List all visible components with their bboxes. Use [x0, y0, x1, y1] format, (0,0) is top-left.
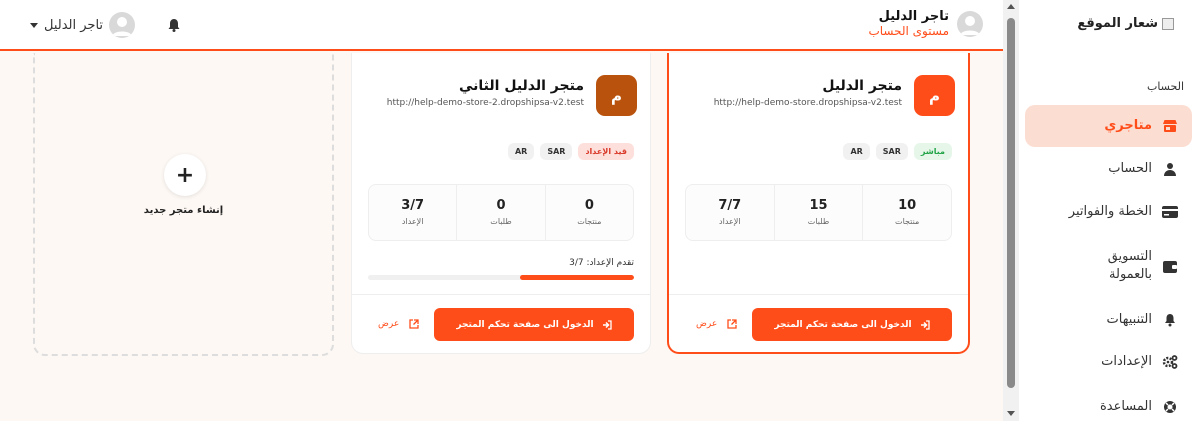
sidebar-item-billing[interactable]: الخطة والفواتير [1025, 191, 1192, 233]
stat-setup: 3/7 الإعداد [401, 198, 425, 226]
sidebar-item-label: متاجري [1104, 118, 1152, 133]
store-badges: AR SAR مباشر [843, 143, 952, 160]
wallet-icon [1162, 258, 1178, 274]
user-name: تاجر الدليل [44, 17, 104, 33]
stat-products: 10 منتجات [862, 185, 951, 240]
avatar [957, 11, 983, 37]
store-stats: 10 منتجات 15 طلبات 7/7 الإعداد [685, 184, 952, 241]
sidebar-item-account[interactable]: الحساب [1025, 148, 1192, 190]
account-profile[interactable]: تاجر الدليل مستوى الحساب [868, 9, 983, 39]
plus-icon[interactable]: + [164, 154, 206, 196]
status-badge: مباشر [913, 143, 952, 160]
lifebuoy-icon [1162, 399, 1178, 415]
store-url[interactable]: http://help-demo-store.dropshipsa-v2.tes… [714, 98, 902, 108]
create-store-label: إنشاء متجر جديد [143, 205, 224, 216]
setup-progress-label: تقدم الإعداد: 3/7 [569, 258, 634, 268]
scrollbar-thumb[interactable] [1007, 18, 1015, 388]
avatar [109, 12, 136, 38]
sign-in-icon [920, 319, 930, 330]
section-heading: الحساب [1146, 80, 1184, 93]
store-avatar: م [596, 75, 637, 116]
user-dropdown[interactable]: تاجر الدليل [28, 12, 136, 38]
chevron-down-icon [30, 22, 38, 28]
profile-name: تاجر الدليل [878, 9, 949, 24]
store-card: م متجر الدليل الثاني http://help-demo-st… [351, 53, 651, 354]
store-badges: AR SAR قيد الإعداد [507, 143, 634, 160]
site-logo[interactable]: شعار الموقع [1077, 16, 1174, 31]
top-bar: تاجر الدليل مستوى الحساب تاجر الدليل [0, 0, 1003, 51]
sidebar-item-help[interactable]: المساعدة [1025, 386, 1192, 421]
sidebar-item-label: التنبيهات [1106, 312, 1152, 327]
sidebar-item-my-stores[interactable]: متاجري [1025, 105, 1192, 147]
sign-in-icon [602, 319, 612, 330]
user-icon [1162, 161, 1178, 177]
stat-orders: 0 طلبات [456, 185, 544, 240]
external-link-icon [409, 319, 419, 329]
sidebar-item-label: الخطة والفواتير [1068, 204, 1152, 219]
store-card: م متجر الدليل http://help-demo-store.dro… [667, 53, 970, 354]
sidebar-item-label: التسويق بالعمولة [1107, 249, 1152, 282]
divider [352, 294, 650, 295]
language-badge: AR [843, 143, 870, 160]
enter-dashboard-button[interactable]: الدخول الى صفحة تحكم المتجر [752, 308, 952, 341]
stat-setup: 7/7 الإعداد [718, 198, 742, 226]
stat-products: 0 منتجات [544, 185, 633, 240]
account-level-link[interactable]: مستوى الحساب [868, 24, 949, 39]
logo-text: شعار الموقع [1077, 16, 1158, 31]
currency-badge: SAR [540, 143, 573, 160]
enter-dashboard-button[interactable]: الدخول الى صفحة تحكم المتجر [434, 308, 634, 341]
create-store-card[interactable]: + إنشاء متجر جديد [33, 53, 334, 356]
main-content: تاجر الدليل مستوى الحساب تاجر الدليل م م… [0, 0, 1003, 421]
store-avatar: م [914, 75, 955, 116]
language-badge: AR [507, 143, 535, 160]
sidebar: شعار الموقع الحساب متاجري الحساب الخطة و… [1019, 0, 1200, 421]
sidebar-item-label: الإعدادات [1101, 354, 1152, 369]
gears-icon [1162, 354, 1178, 370]
scroll-down-icon[interactable] [1007, 411, 1015, 416]
store-name: متجر الدليل [822, 78, 902, 94]
setup-progress-bar [368, 275, 634, 280]
sidebar-item-affiliate[interactable]: التسويق بالعمولة [1025, 238, 1192, 294]
currency-badge: SAR [875, 143, 908, 160]
status-badge: قيد الإعداد [578, 143, 634, 160]
notifications-bell-icon[interactable] [166, 17, 182, 33]
scroll-up-icon[interactable] [1007, 4, 1015, 9]
stat-orders: 15 طلبات [773, 185, 863, 240]
broken-image-icon [1162, 17, 1174, 30]
bell-icon [1162, 312, 1178, 328]
sidebar-item-settings[interactable]: الإعدادات [1025, 341, 1192, 383]
view-store-link[interactable]: عرض [696, 319, 737, 329]
view-store-link[interactable]: عرض [378, 319, 419, 329]
store-name: متجر الدليل الثاني [459, 78, 584, 94]
scrollbar[interactable] [1003, 0, 1019, 421]
progress-fill [519, 275, 634, 280]
sidebar-item-label: الحساب [1108, 161, 1152, 176]
store-stats: 0 منتجات 0 طلبات 3/7 الإعداد [368, 184, 634, 241]
store-url[interactable]: http://help-demo-store-2.dropshipsa-v2.t… [387, 98, 584, 108]
sidebar-item-notifications[interactable]: التنبيهات [1025, 299, 1192, 341]
external-link-icon [727, 319, 737, 329]
card-icon [1162, 204, 1178, 220]
divider [669, 294, 968, 295]
store-icon [1162, 118, 1178, 134]
sidebar-item-label: المساعدة [1099, 399, 1152, 414]
